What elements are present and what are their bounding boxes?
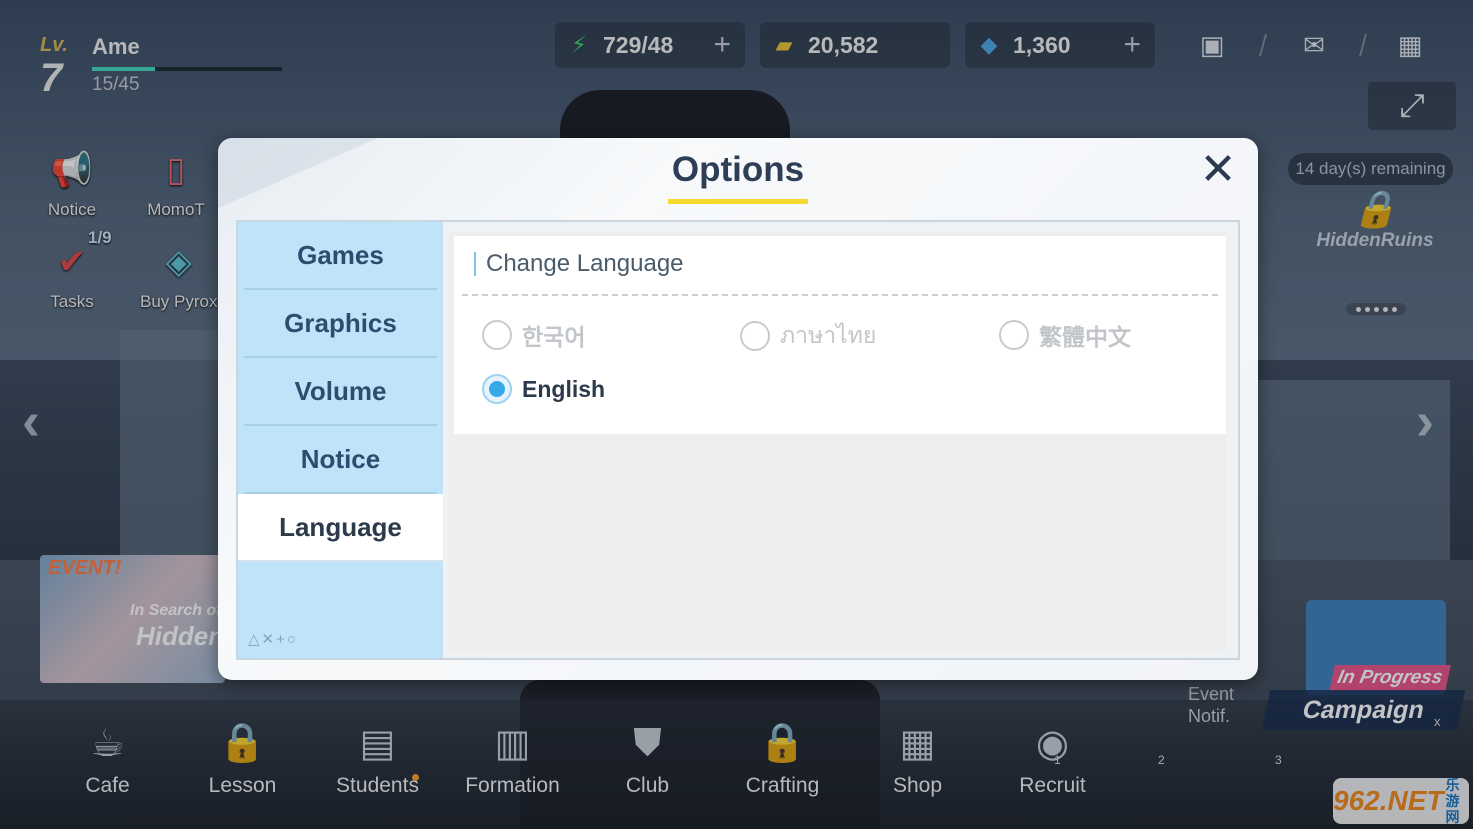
language-content: Change Language 한국어 ภาษาไทย 繁體中文 English [448, 232, 1226, 652]
dialog-body: Games Graphics Volume Notice Language △✕… [236, 220, 1240, 660]
radio-button[interactable] [999, 320, 1029, 350]
tab-games[interactable]: Games [244, 222, 437, 290]
language-option-english[interactable]: English [482, 374, 605, 404]
language-panel: Change Language 한국어 ภาษาไทย 繁體中文 English [454, 236, 1226, 434]
options-tab-list: Games Graphics Volume Notice Language △✕… [238, 222, 443, 658]
section-title: Change Language [474, 252, 684, 276]
tab-graphics[interactable]: Graphics [244, 290, 437, 358]
language-option-thai[interactable]: ภาษาไทย [740, 318, 876, 354]
options-dialog: Options ✕ Games Graphics Volume Notice L… [218, 138, 1258, 680]
tab-decoration: △✕+○ [248, 631, 298, 648]
tab-volume[interactable]: Volume [244, 358, 437, 426]
radio-button[interactable] [482, 320, 512, 350]
language-label: 한국어 [522, 324, 586, 350]
radio-button[interactable] [740, 321, 770, 351]
language-option-traditional-chinese[interactable]: 繁體中文 [999, 318, 1131, 352]
language-label: ภาษาไทย [780, 322, 877, 348]
language-label: 繁體中文 [1039, 324, 1131, 350]
tab-notice[interactable]: Notice [244, 426, 437, 494]
language-option-korean[interactable]: 한국어 [482, 318, 585, 352]
radio-button-selected[interactable] [482, 374, 512, 404]
dialog-title: Options [671, 150, 805, 189]
tab-language[interactable]: Language [238, 494, 443, 562]
close-icon[interactable]: ✕ [1196, 148, 1240, 192]
section-divider [462, 294, 1218, 296]
title-underline [668, 199, 808, 204]
language-label: English [522, 375, 606, 402]
